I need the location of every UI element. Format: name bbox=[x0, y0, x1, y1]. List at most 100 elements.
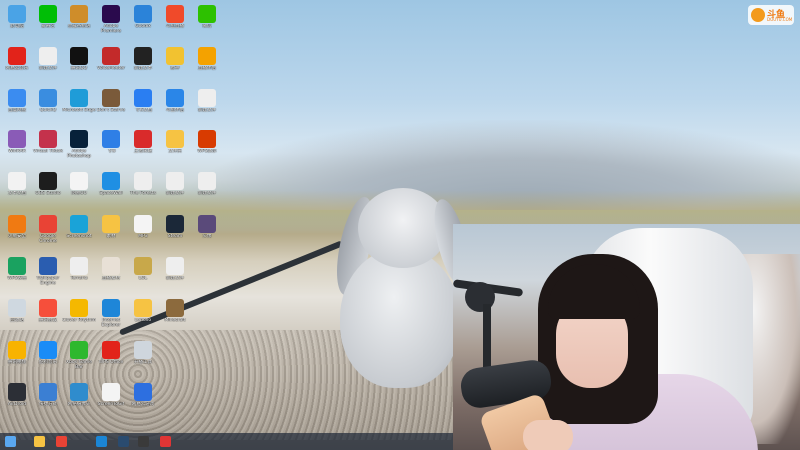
desktop-icon[interactable]: 百度网盘 bbox=[2, 87, 32, 127]
desktop-icon[interactable]: Lenovo bbox=[128, 297, 158, 337]
desktop-icon[interactable]: 开播工具 bbox=[128, 339, 158, 379]
desktop-icon[interactable]: 斗鱼伴侣 bbox=[160, 87, 190, 127]
desktop-icon-label: OBS Studio bbox=[35, 191, 61, 196]
desktop-icon[interactable]: Adobe Premiere bbox=[96, 3, 126, 43]
desktop-icon[interactable]: Steam bbox=[160, 213, 190, 253]
desktop-icon-label: 开播工具 bbox=[134, 360, 152, 365]
desktop-icon[interactable]: 网络摄像头 bbox=[64, 381, 94, 421]
desktop-icon[interactable]: 头像 bbox=[192, 213, 222, 253]
desktop-icon[interactable]: 飞书文档 bbox=[128, 87, 158, 127]
desktop-icon[interactable]: The Forests bbox=[128, 170, 158, 210]
desktop-icon-label: 星露谷物语 bbox=[67, 24, 91, 29]
steam-taskbar-icon[interactable] bbox=[118, 436, 129, 447]
desktop-icon[interactable]: OBS Studio bbox=[33, 170, 63, 210]
desktop-icon[interactable]: Google Chrome bbox=[33, 213, 63, 253]
file-explorer-icon[interactable] bbox=[34, 436, 45, 447]
pen-icon bbox=[134, 89, 152, 107]
desktop-icon-label: 微信 bbox=[202, 24, 212, 29]
desktop-icon[interactable]: 网易云游戏 bbox=[128, 381, 158, 421]
desktop-icon[interactable]: 酷狗音乐 bbox=[33, 339, 63, 379]
desktop-icon-label: 此电脑 bbox=[10, 24, 24, 29]
file-icon bbox=[166, 172, 184, 190]
desktop-icon[interactable]: WinRAR bbox=[2, 128, 32, 168]
desktop-icon[interactable]: 网易UU bbox=[64, 170, 94, 210]
voicemeeter-icon bbox=[102, 47, 120, 65]
minecraft-icon bbox=[166, 299, 184, 317]
desktop-icon[interactable]: WPS演示 bbox=[192, 128, 222, 168]
start-button[interactable] bbox=[5, 436, 16, 447]
desktop-icon[interactable]: 直播伴侣 bbox=[192, 45, 222, 85]
desktop-icon[interactable]: 腾讯会议 bbox=[33, 297, 63, 337]
desktop-icon-label: MP3 bbox=[138, 234, 148, 239]
desktop-icon-label: WPS表格 bbox=[7, 276, 27, 281]
desktop-icon-label: 网易云游戏 bbox=[131, 402, 155, 407]
desktop-icon[interactable]: 快捷方式 bbox=[33, 381, 63, 421]
huorong-icon bbox=[8, 215, 26, 233]
desktop-icon[interactable]: WPS表格 bbox=[2, 255, 32, 295]
desktop-icon[interactable]: 文本文档 bbox=[2, 170, 32, 210]
desktop-icon[interactable]: 王者荣耀 bbox=[128, 128, 158, 168]
avatar-icon bbox=[198, 215, 216, 233]
desktop-icon[interactable]: Microsoft Edge bbox=[62, 87, 96, 127]
desktop-icon-label: 素材 bbox=[106, 234, 116, 239]
desktop-icon[interactable]: WPS Office bbox=[96, 339, 126, 379]
desktop-icon[interactable]: SpaceWall bbox=[96, 170, 126, 210]
desktop-icon[interactable]: 新建文件 bbox=[192, 170, 222, 210]
desktop-icon[interactable]: 原神 bbox=[160, 45, 190, 85]
desktop-icon[interactable]: 星露谷物语 bbox=[64, 3, 94, 43]
photoshop-taskbar-icon[interactable] bbox=[96, 436, 107, 447]
desktop-icon-label: The Forests bbox=[130, 191, 156, 196]
desktop-icon[interactable]: Screenshot bbox=[64, 213, 94, 253]
desktop-icon-label: 酷狗音乐 bbox=[39, 360, 57, 365]
desktop-icon[interactable]: 此电脑 bbox=[2, 3, 32, 43]
desktop-icon[interactable]: Virtual Tiktok bbox=[33, 128, 63, 168]
desktop-icon[interactable]: 腾讯QQ bbox=[64, 45, 94, 85]
desktop-icon-label: 飞书 bbox=[106, 149, 116, 154]
desktop-icon[interactable]: 新建文件 bbox=[192, 87, 222, 127]
desktop-icon[interactable]: 直播素材 bbox=[96, 255, 126, 295]
obs-taskbar-icon[interactable] bbox=[138, 436, 149, 447]
desktop-icon[interactable]: 素材 bbox=[96, 213, 126, 253]
desktop-icon[interactable]: 微信 bbox=[192, 3, 222, 43]
desktop-icon[interactable]: Terraria bbox=[64, 255, 94, 295]
gif-icon bbox=[102, 383, 120, 401]
watermark-url: DOUYU.COM bbox=[767, 17, 793, 22]
desktop-icon[interactable]: 飞书 bbox=[96, 128, 126, 168]
character-icon bbox=[134, 130, 152, 148]
desktop-icon[interactable]: 火绒安全 bbox=[2, 213, 32, 253]
qq-taskbar-icon[interactable] bbox=[160, 436, 171, 447]
desktop-icon[interactable]: 新建文件 bbox=[160, 170, 190, 210]
desktop-icon-label: Internet Explorer bbox=[101, 318, 121, 328]
desktop-icon-label: 直播伴侣 bbox=[198, 66, 216, 71]
desktop-icon[interactable]: Adobe Photoshop bbox=[64, 128, 94, 168]
desktop-icon[interactable]: Don't Starve bbox=[96, 87, 126, 127]
desktop-icon-label: 网易UU bbox=[71, 191, 87, 196]
archive-icon bbox=[134, 341, 152, 359]
desktop-icon[interactable]: 新建文件 bbox=[160, 255, 190, 295]
desktop-icon[interactable]: 回收站 bbox=[2, 297, 32, 337]
desktop-icon[interactable]: Wallpaper Engine bbox=[33, 255, 63, 295]
desktop-icon[interactable]: Clover Rhythm bbox=[62, 297, 96, 337]
desktop-icon-label: 头像 bbox=[202, 234, 212, 239]
desktop-icon[interactable]: Internet Explorer bbox=[96, 297, 126, 337]
desktop-icon[interactable]: Minecraft bbox=[160, 297, 190, 337]
desktop-icon[interactable]: VoiceMeeter bbox=[96, 45, 126, 85]
desktop-icon[interactable]: AirDroid bbox=[2, 381, 32, 421]
file-icon bbox=[198, 172, 216, 190]
desktop-icon[interactable]: 网易云音乐 bbox=[2, 45, 32, 85]
desktop-icon[interactable]: MP3 bbox=[128, 213, 158, 253]
desktop-icon[interactable]: LOL bbox=[128, 255, 158, 295]
chrome-taskbar-icon[interactable] bbox=[56, 436, 67, 447]
desktop-icon[interactable]: 新建文件 bbox=[33, 45, 63, 85]
desktop-icon[interactable]: 腾讯视频 bbox=[2, 339, 32, 379]
douyu-fish-icon bbox=[751, 8, 765, 22]
desktop-icon[interactable]: QuickQ bbox=[33, 87, 63, 127]
desktop-icon[interactable]: Goodix bbox=[128, 3, 158, 43]
desktop-icon[interactable]: 爱奇艺 bbox=[33, 3, 63, 43]
taskbar bbox=[0, 433, 455, 450]
desktop-icon[interactable]: Xbox Game Bar bbox=[64, 339, 94, 379]
desktop-icon[interactable]: 新建文本 bbox=[128, 45, 158, 85]
desktop-icon[interactable]: 文件夹 bbox=[160, 128, 190, 168]
desktop-icon[interactable]: ScreenToGif bbox=[96, 381, 126, 421]
desktop-icon[interactable]: 斗鱼直播 bbox=[160, 3, 190, 43]
